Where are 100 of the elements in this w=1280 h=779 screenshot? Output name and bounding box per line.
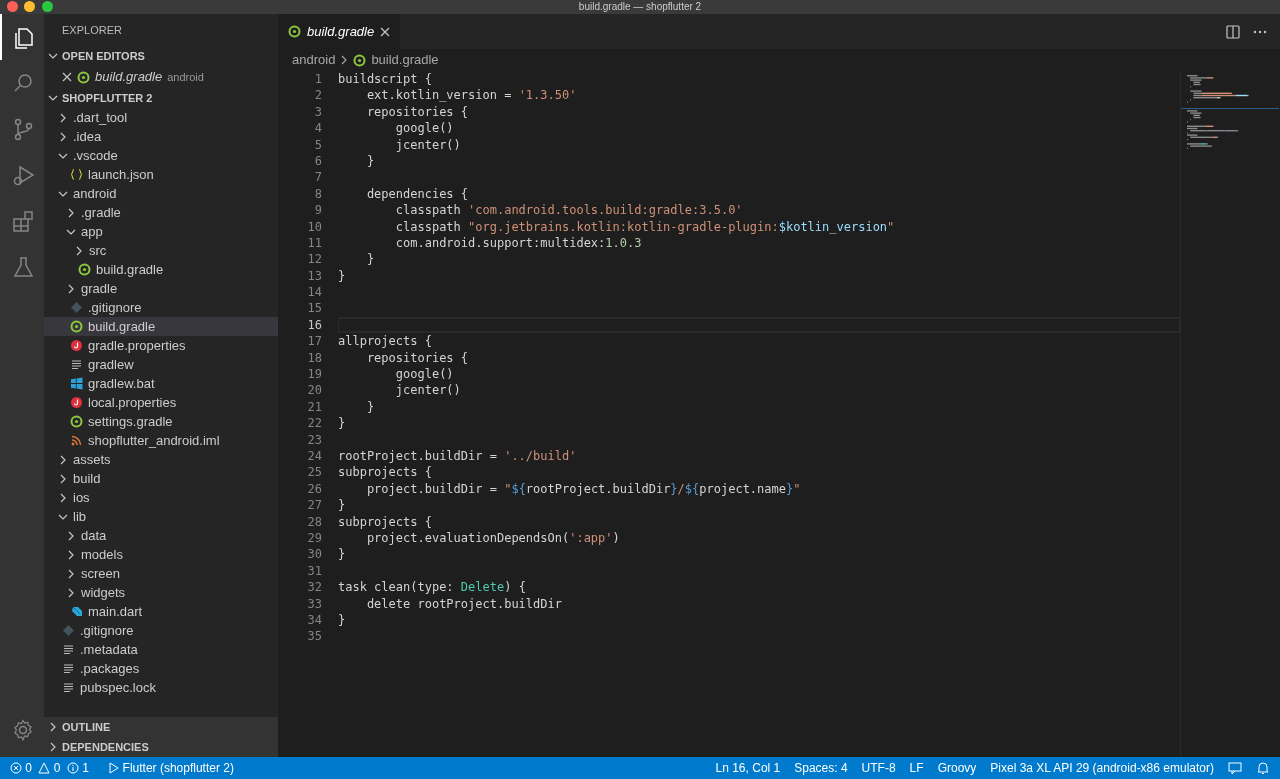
folder-item[interactable]: screen (44, 564, 278, 583)
file-item[interactable]: settings.gradle (44, 412, 278, 431)
line-number: 29 (306, 529, 322, 547)
status-item[interactable]: Flutter (shopflutter 2) (122, 759, 234, 777)
file-item[interactable]: main.dart (44, 602, 278, 621)
folder-item[interactable]: assets (44, 450, 278, 469)
gradle-icon (70, 320, 83, 333)
folder-item[interactable]: widgets (44, 583, 278, 602)
file-item[interactable]: .metadata (44, 640, 278, 659)
status-item[interactable]: Spaces: 4 (794, 759, 848, 777)
folder-item[interactable]: gradle (44, 279, 278, 298)
chevron-right-icon (58, 131, 68, 142)
status-item[interactable]: Ln 16, Col 1 (715, 759, 781, 777)
dart-icon (70, 605, 83, 618)
status-item[interactable]: 1 (82, 759, 89, 777)
file-item[interactable]: .gitignore (44, 298, 278, 317)
file-item[interactable]: gradle.properties (44, 336, 278, 355)
gradle-icon (78, 263, 91, 276)
line-number: 7 (313, 169, 322, 186)
file-item[interactable]: build.gradle (44, 317, 278, 336)
line-number: 9 (313, 202, 322, 219)
file-item[interactable]: gradlew.bat (44, 374, 278, 393)
folder-item[interactable]: .idea (44, 127, 278, 146)
section-header[interactable]: OPEN EDITORS (44, 46, 278, 66)
status-item[interactable]: LF (909, 759, 924, 777)
line-number: 22 (306, 415, 322, 432)
file-item[interactable]: shopflutter_android.iml (44, 431, 278, 450)
chevron-right-icon (66, 530, 76, 541)
line-number: 15 (306, 300, 322, 317)
file-item[interactable]: gradlew (44, 355, 278, 374)
status-item[interactable]: 0 (25, 759, 32, 777)
extensions-icon[interactable] (11, 209, 35, 233)
info-icon (66, 762, 79, 774)
line-number: 2 (313, 87, 322, 104)
file-item[interactable]: .packages (44, 659, 278, 678)
file-item[interactable]: .gitignore (44, 621, 278, 640)
status-item[interactable]: Pixel 3a XL API 29 (android-x86 emulator) (990, 759, 1214, 777)
feedback-icon[interactable] (1228, 761, 1242, 775)
window-control-icon[interactable] (41, 1, 53, 12)
code-line: repositories { (365, 350, 469, 365)
code-line: } (365, 252, 375, 267)
breadcrumb-item[interactable]: android (292, 50, 336, 70)
code-line: } (338, 416, 346, 431)
section-header[interactable]: OUTLINE (44, 717, 278, 737)
chevron-down-icon (48, 93, 58, 103)
file-item[interactable]: local.properties (44, 393, 278, 412)
line-number: 18 (306, 349, 322, 367)
folder-item[interactable]: ios (44, 488, 278, 507)
chevron-right-icon (58, 492, 68, 503)
section-header[interactable]: DEPENDENCIES (44, 737, 278, 757)
file-item[interactable]: build.gradle (44, 260, 278, 279)
close-icon[interactable] (380, 26, 391, 37)
status-item[interactable]: Groovy (937, 759, 977, 777)
code-line: classpath 'com.android.tools.build:gradle:3.5.0' (394, 203, 743, 218)
code-line: allprojects { (338, 334, 432, 349)
folder-item[interactable]: .dart_tool (44, 108, 278, 127)
open-editor-item[interactable]: build.gradle android (44, 66, 278, 88)
folder-item[interactable]: .vscode (44, 146, 278, 165)
folder-item[interactable]: models (44, 545, 278, 564)
more-actions-icon[interactable] (1253, 29, 1267, 34)
lines-icon (70, 358, 83, 371)
line-number: 13 (306, 267, 322, 285)
folder-item[interactable]: src (44, 241, 278, 260)
flask-icon[interactable] (11, 255, 35, 279)
code-line: task clean(type: Delete) { (338, 580, 526, 595)
error-icon (10, 762, 22, 774)
folder-item[interactable]: lib (44, 507, 278, 526)
file-item[interactable]: launch.json (44, 165, 278, 184)
status-item[interactable]: UTF-8 (861, 759, 896, 777)
sidebar-title: EXPLORER (62, 22, 122, 38)
folder-item[interactable]: android (44, 184, 278, 203)
warning-icon (38, 762, 51, 774)
chevron-right-icon (66, 283, 76, 294)
window-control-icon[interactable] (24, 1, 35, 12)
run-debug-icon[interactable] (11, 163, 35, 187)
line-number: 34 (306, 611, 322, 629)
settings-icon[interactable] (11, 718, 35, 742)
line-number: 3 (313, 103, 322, 121)
section-header[interactable]: SHOPFLUTTER 2 (44, 88, 278, 108)
code-line: project.evaluationDependsOn(':app') (365, 530, 620, 545)
line-number: 4 (313, 120, 322, 137)
chevron-right-icon (66, 549, 76, 560)
code-line: buildscript { (338, 72, 432, 86)
file-item[interactable]: pubspec.lock (44, 678, 278, 697)
line-number: 25 (306, 464, 322, 481)
circle-icon (70, 396, 83, 409)
split-editor-icon[interactable] (1226, 24, 1240, 39)
status-item[interactable]: 0 (53, 759, 61, 777)
code-line: jcenter() (394, 137, 461, 152)
editor-tab[interactable]: build.gradle (278, 14, 401, 49)
folder-item[interactable]: build (44, 469, 278, 488)
code-line: } (338, 268, 346, 283)
folder-item[interactable]: data (44, 526, 278, 545)
breadcrumb-item[interactable]: build.gradle (371, 50, 439, 70)
window-control-icon[interactable] (6, 1, 18, 12)
close-icon[interactable] (62, 72, 72, 82)
code-line: delete rootProject.buildDir (365, 596, 562, 611)
bell-icon[interactable] (1256, 761, 1270, 775)
folder-item[interactable]: .gradle (44, 203, 278, 222)
folder-item[interactable]: app (44, 222, 278, 241)
